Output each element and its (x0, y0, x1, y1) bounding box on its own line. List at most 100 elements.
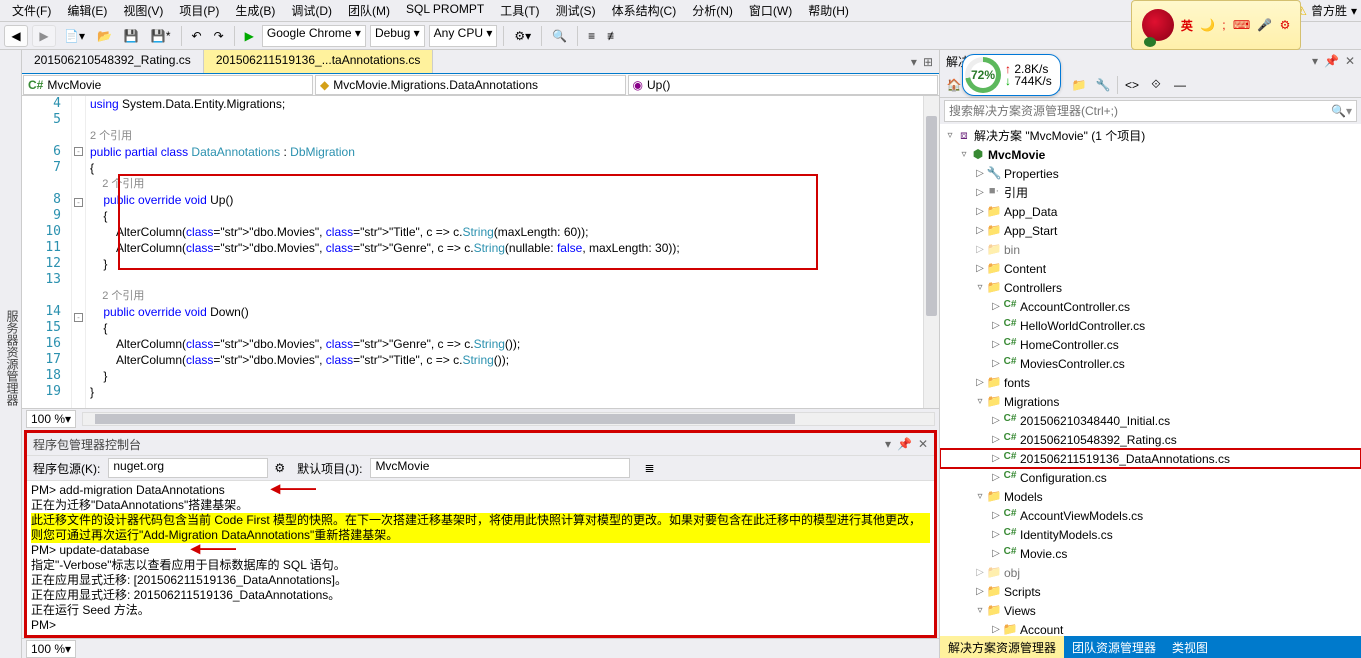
console-pin-icon[interactable]: 📌 (897, 437, 912, 451)
code-line[interactable]: } (90, 368, 939, 384)
sln-dropdown-icon[interactable]: ▾ (1312, 54, 1318, 68)
show-all-button[interactable]: 📁 (1069, 75, 1089, 95)
console-zoom-combo[interactable]: 100 % ▾ (26, 640, 76, 658)
tree-item[interactable]: ▷■·引用 (940, 183, 1361, 202)
menu-item[interactable]: 视图(V) (115, 0, 171, 21)
tree-item[interactable]: ▿📁Views (940, 601, 1361, 620)
console-dropdown-icon[interactable]: ▾ (885, 437, 891, 451)
tree-item[interactable]: ▷C#AccountController.cs (940, 297, 1361, 316)
console-output[interactable]: ◂—— ◂—— PM> add-migration DataAnnotation… (27, 481, 934, 635)
menu-item[interactable]: SQL PROMPT (398, 0, 492, 21)
menu-item[interactable]: 生成(B) (227, 0, 283, 21)
tree-item[interactable]: ▷C#Configuration.cs (940, 468, 1361, 487)
tree-item[interactable]: ▿📁Migrations (940, 392, 1361, 411)
console-title-bar[interactable]: 程序包管理器控制台 ▾ 📌 ✕ (27, 433, 934, 455)
solution-tree[interactable]: ▿⧈ 解决方案 "MvcMovie" (1 个项目) ▿⬢ MvcMovie ▷… (940, 124, 1361, 636)
clear-button[interactable]: ≣ (644, 461, 654, 475)
document-tab[interactable]: 201506211519136_...taAnnotations.cs (204, 50, 434, 73)
code-line[interactable]: public override void Up() (90, 192, 939, 208)
preview-button[interactable]: <> (1122, 75, 1142, 95)
document-tab[interactable]: 201506210548392_Rating.cs (22, 50, 204, 73)
tree-item[interactable]: ▷📁fonts (940, 373, 1361, 392)
start-button[interactable]: ▶ (241, 27, 258, 45)
performance-widget[interactable]: 72% 2.8K/s 744K/s (962, 54, 1061, 96)
code-line[interactable]: AlterColumn(class="str">"dbo.Movies", cl… (90, 240, 939, 256)
tree-item[interactable]: ▿📁Models (940, 487, 1361, 506)
code-line[interactable]: 2 个引用 (90, 288, 939, 304)
nav-back-button[interactable]: ◀ (4, 25, 28, 47)
tree-item[interactable]: ▷📁obj (940, 563, 1361, 582)
new-button[interactable]: 📄▾ (60, 27, 89, 45)
code-line[interactable]: 2 个引用 (90, 128, 939, 144)
code-line[interactable]: AlterColumn(class="str">"dbo.Movies", cl… (90, 224, 939, 240)
tree-item[interactable]: ▷C#MoviesController.cs (940, 354, 1361, 373)
tree-item[interactable]: ▷C#201506210548392_Rating.cs (940, 430, 1361, 449)
tree-item[interactable]: ▷📁App_Data (940, 202, 1361, 221)
proc-button[interactable]: ⚙▾ (510, 27, 535, 45)
horizontal-scrollbar[interactable] (82, 412, 935, 426)
code-line[interactable]: { (90, 208, 939, 224)
tree-item[interactable]: ▷C#IdentityModels.cs (940, 525, 1361, 544)
solution-node[interactable]: ▿⧈ 解决方案 "MvcMovie" (1 个项目) (940, 126, 1361, 145)
user-name[interactable]: 曾方胜 (1311, 2, 1347, 19)
tree-item[interactable]: ▷C#Movie.cs (940, 544, 1361, 563)
undo-button[interactable]: ↶ (188, 27, 206, 45)
menu-item[interactable]: 编辑(E) (59, 0, 115, 21)
code-line[interactable]: 2 个引用 (90, 176, 939, 192)
browser-combo[interactable]: Google Chrome ▾ (262, 25, 366, 47)
menu-item[interactable]: 调试(D) (283, 0, 340, 21)
save-button[interactable]: 💾 (120, 27, 143, 45)
code-line[interactable]: } (90, 384, 939, 400)
tree-item[interactable]: ▷📁Content (940, 259, 1361, 278)
menu-item[interactable]: 团队(M) (340, 0, 398, 21)
view-code-button[interactable]: ⟐ (1146, 75, 1166, 95)
code-line[interactable]: { (90, 320, 939, 336)
open-button[interactable]: 📂 (93, 27, 116, 45)
left-tool-strip[interactable]: 服务器资源管理器 (0, 50, 22, 658)
member-combo[interactable]: ◉ Up() (628, 75, 939, 95)
code-line[interactable]: AlterColumn(class="str">"dbo.Movies", cl… (90, 352, 939, 368)
tab-dropdown-icon[interactable]: ▾ (911, 55, 917, 69)
user-dropdown-icon[interactable]: ▾ (1351, 4, 1357, 18)
bottom-tab[interactable]: 类视图 (1164, 636, 1216, 658)
menu-item[interactable]: 测试(S) (548, 0, 604, 21)
code-line[interactable]: using System.Data.Entity.Migrations; (90, 96, 939, 112)
code-line[interactable]: } (90, 256, 939, 272)
code-line[interactable]: { (90, 160, 939, 176)
solution-explorer-toggle[interactable]: ⊞ (923, 55, 933, 69)
menu-item[interactable]: 项目(P) (171, 0, 227, 21)
bottom-tab[interactable]: 解决方案资源管理器 (940, 636, 1064, 658)
tree-item[interactable]: ▷📁App_Start (940, 221, 1361, 240)
sln-search-box[interactable]: 🔍 ▾ (944, 100, 1357, 122)
home-button[interactable]: 🏠 (944, 75, 964, 95)
code-line[interactable] (90, 272, 939, 288)
zoom-combo[interactable]: 100 % ▾ (26, 410, 76, 428)
tree-item[interactable]: ▷C#201506210348440_Initial.cs (940, 411, 1361, 430)
redo-button[interactable]: ↷ (210, 27, 228, 45)
properties-button[interactable]: 🔧 (1093, 75, 1113, 95)
tree-item[interactable]: ▷🔧Properties (940, 164, 1361, 183)
tree-item[interactable]: ▷📁bin (940, 240, 1361, 259)
menu-item[interactable]: 文件(F) (4, 0, 59, 21)
tree-item[interactable]: ▷📁Account (940, 620, 1361, 636)
code-line[interactable]: AlterColumn(class="str">"dbo.Movies", cl… (90, 336, 939, 352)
source-combo[interactable]: nuget.org (108, 458, 268, 478)
class-combo[interactable]: ◆ MvcMovie.Migrations.DataAnnotations (315, 75, 626, 95)
code-editor[interactable]: 45678910111213141516171819 --- using Sys… (22, 96, 939, 408)
menu-item[interactable]: 工具(T) (492, 0, 547, 21)
find-button[interactable]: 🔍 (548, 27, 571, 45)
menu-item[interactable]: 体系结构(C) (604, 0, 685, 21)
tree-item[interactable]: ▷C#HelloWorldController.cs (940, 316, 1361, 335)
code-line[interactable]: public override void Down() (90, 304, 939, 320)
uncomment-button[interactable]: ≢ (603, 27, 623, 45)
comment-button[interactable]: ≡ (584, 27, 599, 45)
project-combo[interactable]: C# MvcMovie (23, 75, 313, 95)
config-combo[interactable]: Debug ▾ (370, 25, 425, 47)
menu-item[interactable]: 帮助(H) (800, 0, 857, 21)
menu-item[interactable]: 窗口(W) (741, 0, 800, 21)
default-project-combo[interactable]: MvcMovie (370, 458, 630, 478)
project-node[interactable]: ▿⬢ MvcMovie (940, 145, 1361, 164)
vertical-scrollbar[interactable] (923, 96, 939, 408)
console-close-icon[interactable]: ✕ (918, 437, 928, 451)
code-line[interactable] (90, 112, 939, 128)
